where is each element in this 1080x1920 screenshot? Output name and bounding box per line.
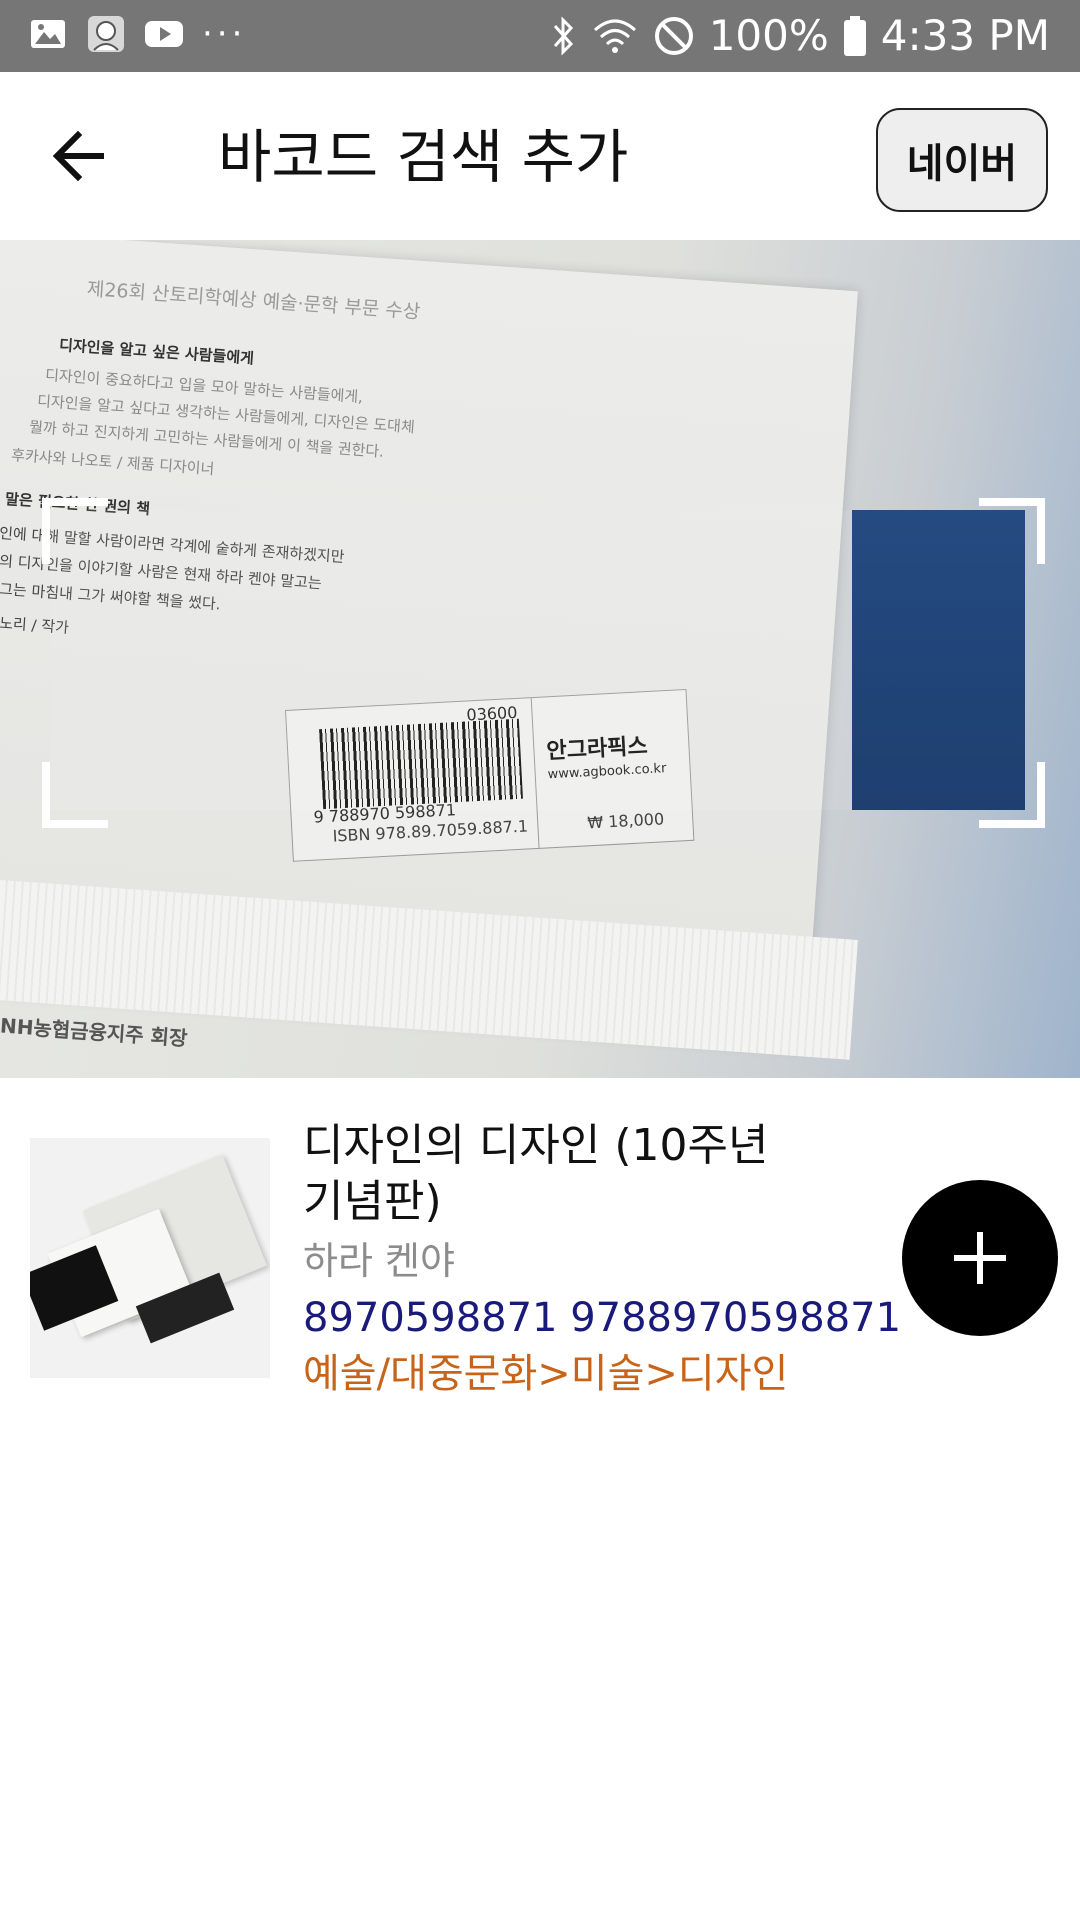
do-not-disturb-icon bbox=[654, 17, 693, 55]
book-author: 하라 켄야 bbox=[303, 1239, 455, 1283]
scan-window bbox=[50, 510, 1025, 810]
scan-corner-top-left bbox=[42, 498, 108, 564]
scan-corner-top-right bbox=[979, 498, 1045, 564]
plus-icon bbox=[954, 1232, 1006, 1284]
status-bar-right: 100% 4:33 PM bbox=[549, 12, 1050, 60]
book-thumbnail bbox=[30, 1138, 270, 1378]
barcode-camera-preview[interactable]: 제26회 산토리학예상 예술·문학 부문 수상 디자인을 알고 싶은 사람들에게… bbox=[0, 240, 1080, 1078]
app-bar: 바코드 검색 추가 네이버 bbox=[0, 72, 1080, 240]
wifi-icon bbox=[593, 19, 636, 53]
arrow-left-icon bbox=[52, 131, 104, 181]
image-icon bbox=[31, 20, 65, 48]
scan-corner-bottom-right bbox=[979, 762, 1045, 828]
clock: 4:33 PM bbox=[880, 11, 1050, 60]
book-price: ₩ 18,000 bbox=[586, 809, 665, 833]
book-category: 예술/대중문화>미술>디자인 bbox=[303, 1351, 789, 1397]
bluetooth-icon bbox=[553, 16, 573, 56]
status-bar: ··· 100% 4:33 PM bbox=[0, 0, 1080, 72]
back-button[interactable] bbox=[40, 116, 120, 196]
scan-corner-bottom-left bbox=[42, 762, 108, 828]
battery-percent: 100% bbox=[708, 11, 829, 60]
avatar-icon bbox=[88, 16, 124, 52]
book-isbn: 8970598871 9788970598871 bbox=[303, 1295, 902, 1341]
status-bar-left: ··· bbox=[28, 14, 246, 54]
book-title: 디자인의 디자인 (10주년 기념판) bbox=[303, 1120, 769, 1227]
naver-button[interactable]: 네이버 bbox=[876, 108, 1048, 212]
book-text: NH농협금융지주 회장 bbox=[0, 1013, 189, 1051]
youtube-icon bbox=[145, 21, 183, 47]
more-notifications: ··· bbox=[202, 14, 247, 54]
page-title: 바코드 검색 추가 bbox=[218, 123, 629, 191]
battery-icon bbox=[843, 16, 866, 56]
add-book-button[interactable] bbox=[902, 1180, 1058, 1336]
search-result-item[interactable]: 디자인의 디자인 (10주년 기념판) 하라 켄야 8970598871 978… bbox=[0, 1078, 1080, 1408]
